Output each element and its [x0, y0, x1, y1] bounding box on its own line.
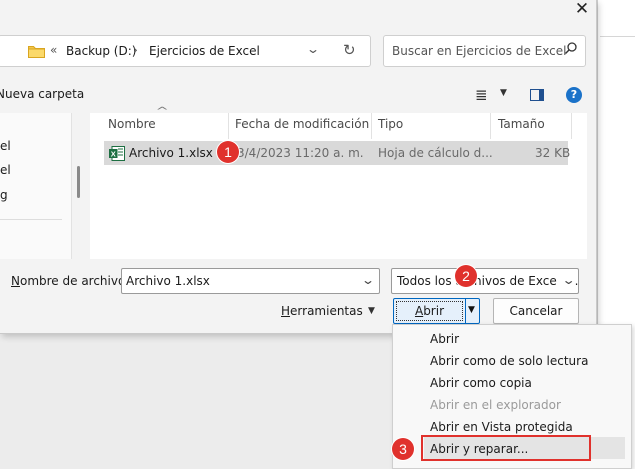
help-icon[interactable]: ?: [566, 87, 582, 103]
filter-dropdown-icon[interactable]: ⌄: [557, 273, 576, 287]
refresh-icon[interactable]: ↻: [343, 41, 356, 59]
filename-field[interactable]: Archivo 1.xlsx ⌄: [121, 268, 380, 294]
file-type: Hoja de cálculo d...: [378, 146, 493, 160]
file-type-filter-value: Todos los archivos de Excel (*.x: [397, 274, 579, 288]
open-label: Abrir: [414, 304, 445, 318]
breadcrumb-drive[interactable]: Backup (D:): [66, 44, 136, 58]
menu-item-open-copy[interactable]: Abrir como copia: [430, 376, 532, 390]
address-dropdown-icon[interactable]: ⌄: [306, 42, 320, 56]
search-placeholder: Buscar en Ejercicios de Excel: [392, 44, 567, 58]
view-options-icon[interactable]: ≣: [475, 86, 488, 104]
tools-button[interactable]: Herramientas: [281, 304, 363, 318]
filename-value: Archivo 1.xlsx: [126, 274, 210, 288]
file-name[interactable]: Archivo 1.xlsx: [129, 146, 213, 160]
nav-scrollbar[interactable]: [77, 166, 80, 198]
svg-text:X: X: [111, 149, 116, 158]
open-split-divider: [465, 299, 466, 323]
menu-item-open[interactable]: Abrir: [430, 332, 459, 346]
breadcrumb-separator-icon: ›: [133, 43, 138, 57]
step-badge-1: 1: [217, 141, 239, 163]
breadcrumb-folder[interactable]: Ejercicios de Excel: [149, 44, 260, 58]
menu-item-open-protected-view[interactable]: Abrir en Vista protegida: [430, 420, 573, 434]
navigation-pane: [0, 113, 72, 259]
highlight-annotation-box: [421, 435, 591, 461]
view-chevron-icon[interactable]: ▼: [500, 88, 507, 98]
new-folder-button[interactable]: Nueva carpeta: [0, 87, 84, 101]
column-divider[interactable]: [228, 113, 229, 139]
step-badge-3: 3: [392, 438, 414, 460]
step-badge-2: 2: [455, 265, 477, 287]
search-input[interactable]: Buscar en Ejercicios de Excel: [383, 35, 586, 67]
file-type-filter[interactable]: Todos los archivos de Excel (*.x ⌄: [391, 268, 579, 294]
nav-item[interactable]: el: [0, 139, 11, 153]
nav-item[interactable]: el: [0, 163, 11, 177]
preview-pane-icon[interactable]: [530, 89, 544, 101]
search-icon[interactable]: [564, 41, 578, 55]
file-size: 32 KB: [535, 146, 571, 160]
column-divider[interactable]: [571, 113, 572, 139]
column-header-size[interactable]: Tamaño: [498, 117, 545, 131]
open-button[interactable]: Abrir: [396, 301, 463, 321]
file-list: [90, 113, 587, 259]
open-file-dialog: ✕ « Backup (D:) › Ejercicios de Excel ⌄ …: [0, 0, 597, 334]
excel-file-icon: X: [109, 146, 125, 161]
file-date: 3/4/2023 11:20 a. m.: [237, 146, 364, 160]
nav-item[interactable]: g: [0, 188, 8, 202]
column-header-name[interactable]: Nombre: [108, 117, 156, 131]
column-header-type[interactable]: Tipo: [378, 117, 403, 131]
menu-item-open-read-only[interactable]: Abrir como de solo lectura: [430, 354, 588, 368]
cancel-button[interactable]: Cancelar: [493, 298, 579, 324]
filename-label: Nombre de archivo:: [11, 274, 130, 288]
nav-divider: [0, 219, 62, 220]
close-icon[interactable]: ✕: [571, 0, 593, 20]
overflow-chevron-icon[interactable]: «: [50, 43, 57, 57]
menu-item-open-in-explorer: Abrir en el explorador: [430, 398, 561, 412]
folder-icon: [28, 46, 45, 58]
column-divider[interactable]: [371, 113, 372, 139]
sort-ascending-icon: ^: [155, 106, 169, 117]
open-dropdown-icon[interactable]: ▼: [468, 305, 475, 315]
filename-label-text: ombre de archivo:: [19, 274, 130, 288]
tools-chevron-icon[interactable]: ▼: [368, 306, 375, 316]
open-split-button[interactable]: Abrir ▼: [393, 298, 480, 324]
filename-dropdown-icon[interactable]: ⌄: [361, 273, 375, 287]
column-divider[interactable]: [490, 113, 491, 139]
background-divider: [600, 36, 635, 37]
address-bar[interactable]: « Backup (D:) › Ejercicios de Excel ⌄ ↻: [0, 35, 371, 67]
column-header-date[interactable]: Fecha de modificación: [235, 117, 369, 131]
tools-label: Herramientas: [281, 304, 363, 318]
